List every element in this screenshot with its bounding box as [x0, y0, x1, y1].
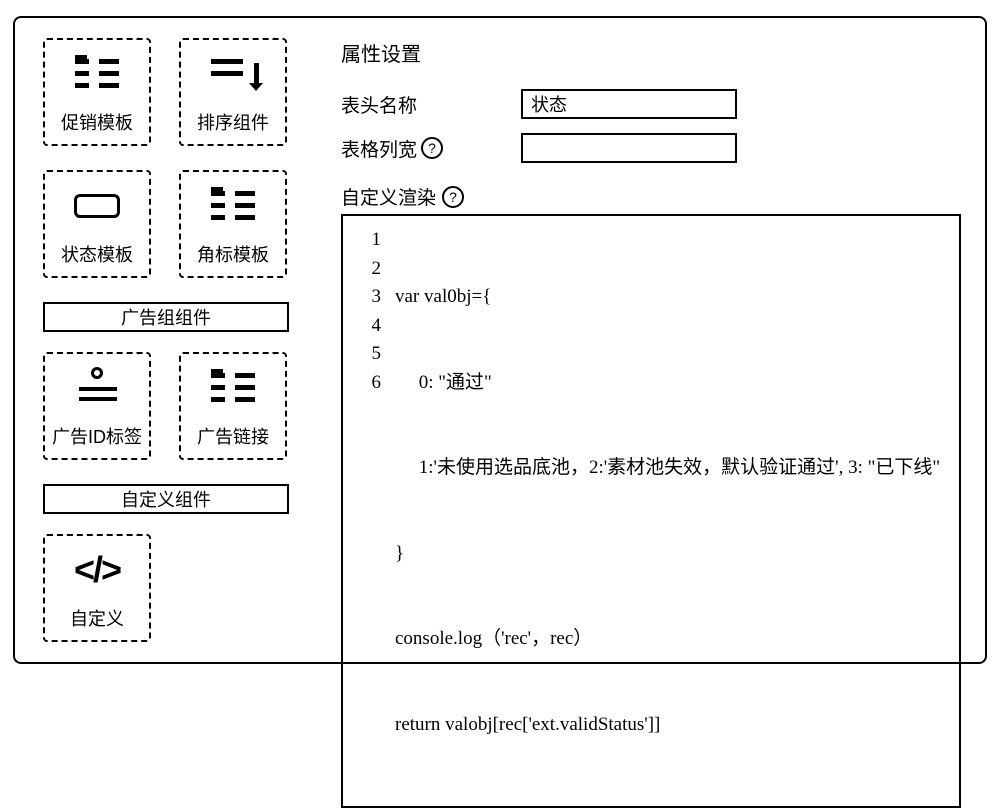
- tile-ad-id-label[interactable]: 广告ID标签: [43, 352, 151, 460]
- line-number-gutter: 1 2 3 4 5 6: [343, 216, 389, 806]
- tile-ad-link[interactable]: 广告链接: [179, 352, 287, 460]
- label-header-name: 表头名称: [341, 91, 521, 118]
- custom-component-group[interactable]: 自定义组件: [43, 484, 289, 514]
- list-icon: [203, 181, 263, 231]
- main-panel: 属性设置 表头名称 表格列宽 ? 自定义渲染 ? 1 2 3 4 5: [315, 18, 985, 662]
- input-column-width[interactable]: [521, 133, 737, 163]
- list-icon: [67, 49, 127, 99]
- tile-row-4: </> 自定义: [43, 534, 297, 642]
- list-icon: [203, 363, 263, 413]
- help-icon[interactable]: ?: [442, 186, 464, 208]
- id-label-icon: [67, 363, 127, 413]
- code-content[interactable]: var val0bj={ 0: "通过" 1:'未使用选品底池，2:'素材池失效…: [389, 216, 959, 806]
- tile-label: 状态模板: [61, 241, 133, 267]
- sidebar: 促销模板 排序组件 状态模板: [15, 18, 315, 662]
- tile-label: 角标模板: [197, 241, 269, 267]
- section-title: 属性设置: [341, 38, 961, 67]
- tile-row-2: 状态模板 角标模板: [43, 170, 297, 278]
- tile-promo-template[interactable]: 促销模板: [43, 38, 151, 146]
- label-custom-render: 自定义渲染 ?: [341, 183, 961, 210]
- tile-row-3: 广告ID标签 广告链接: [43, 352, 297, 460]
- ad-group-component[interactable]: 广告组组件: [43, 302, 289, 332]
- sort-icon: [203, 49, 263, 99]
- tile-label: 促销模板: [61, 109, 133, 135]
- tile-status-template[interactable]: 状态模板: [43, 170, 151, 278]
- tile-row-1: 促销模板 排序组件: [43, 38, 297, 146]
- form-row-header-name: 表头名称: [341, 89, 961, 119]
- wide-tile-label: 自定义组件: [121, 486, 211, 512]
- code-editor[interactable]: 1 2 3 4 5 6 var val0bj={ 0: "通过" 1:'未使用选…: [341, 214, 961, 808]
- app-container: 促销模板 排序组件 状态模板: [13, 16, 987, 664]
- form-row-column-width: 表格列宽 ?: [341, 133, 961, 163]
- tile-corner-template[interactable]: 角标模板: [179, 170, 287, 278]
- tile-sort-component[interactable]: 排序组件: [179, 38, 287, 146]
- tile-label: 自定义: [70, 605, 124, 631]
- tile-label: 广告ID标签: [52, 423, 142, 449]
- code-icon: </>: [67, 545, 127, 595]
- tile-label: 广告链接: [197, 423, 269, 449]
- wide-tile-label: 广告组组件: [121, 304, 211, 330]
- pill-icon: [67, 181, 127, 231]
- help-icon[interactable]: ?: [421, 137, 443, 159]
- tile-label: 排序组件: [197, 109, 269, 135]
- label-column-width: 表格列宽 ?: [341, 135, 521, 162]
- tile-custom[interactable]: </> 自定义: [43, 534, 151, 642]
- input-header-name[interactable]: [521, 89, 737, 119]
